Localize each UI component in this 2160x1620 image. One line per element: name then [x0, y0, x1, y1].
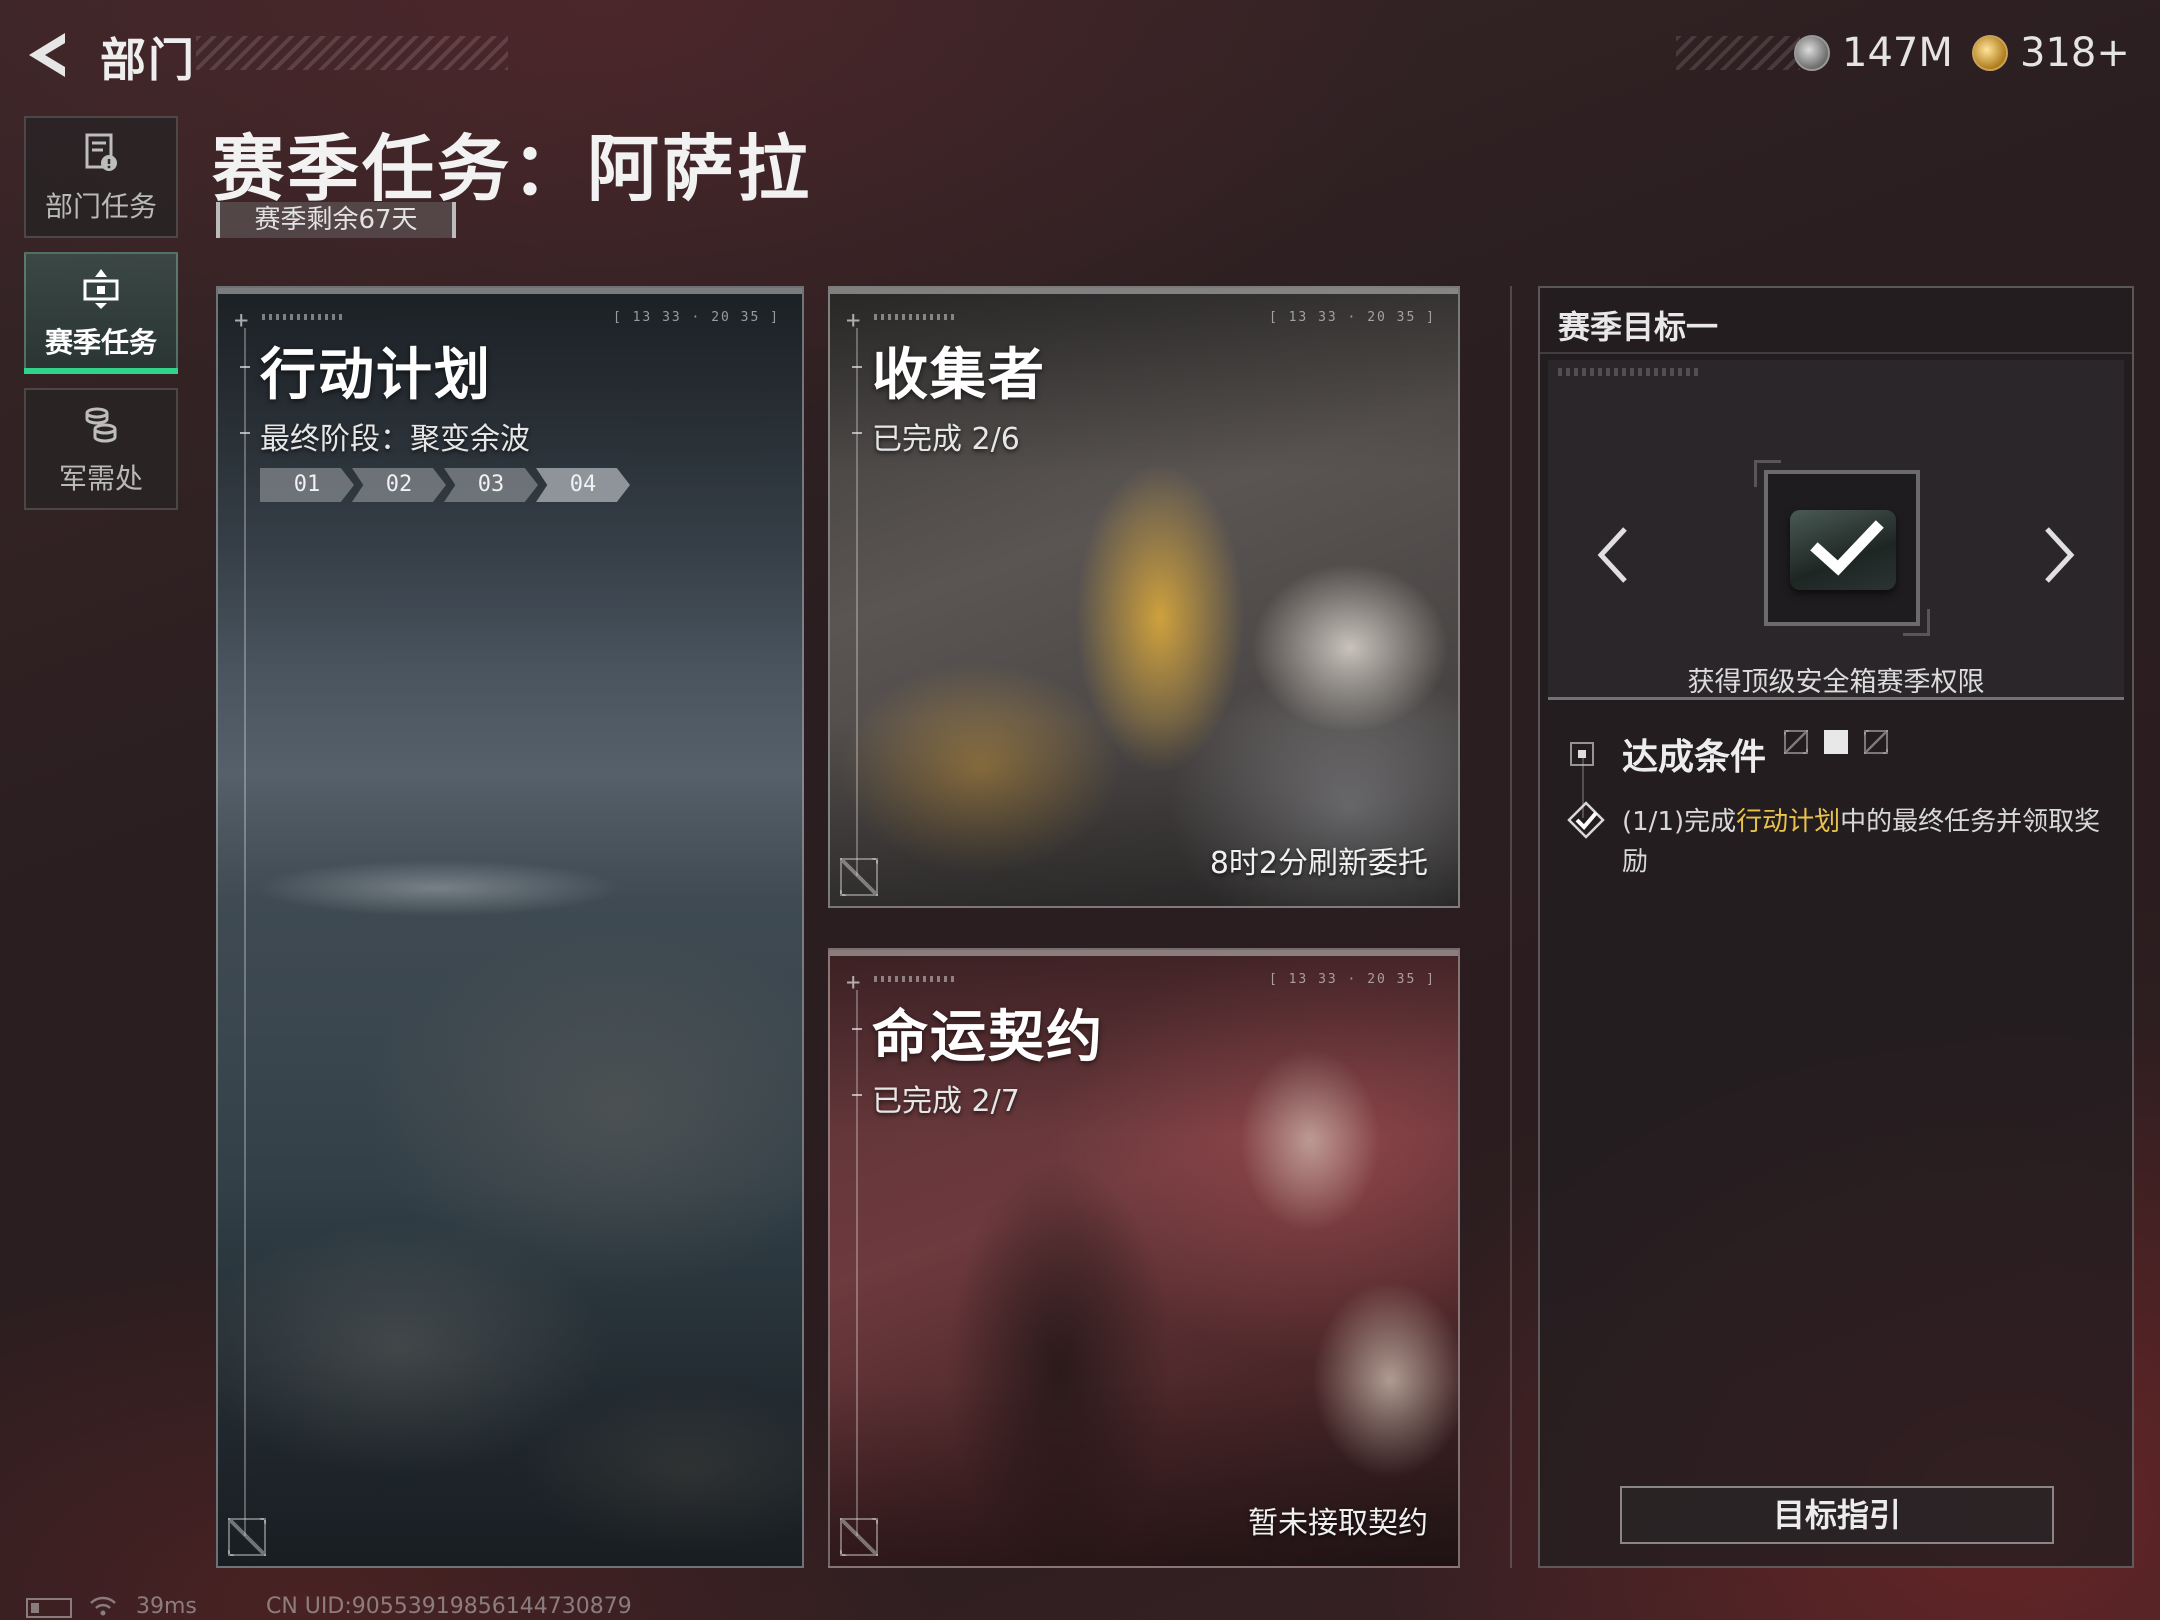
department-title: 部门	[100, 33, 196, 87]
panel-title: 赛季目标一	[1558, 308, 1719, 346]
back-arrow-icon	[29, 33, 65, 77]
card-guide-line	[856, 990, 858, 1536]
reward-name: 获得顶级安全箱赛季权限	[1687, 667, 1985, 698]
season-remaining-badge: 赛季剩余67天	[216, 202, 456, 238]
department-mission-icon	[85, 133, 117, 171]
card-title: 行动计划	[260, 343, 492, 408]
crosshair-icon: +	[846, 306, 861, 334]
season-mission-icon	[83, 269, 119, 309]
tick-decoration	[1558, 368, 1698, 376]
stage-01: 01	[260, 468, 354, 502]
corner-icon	[840, 1518, 878, 1556]
header-hatch-decoration	[196, 36, 508, 70]
subtitle-tick	[852, 432, 862, 434]
chevron-right-icon	[2045, 527, 2075, 583]
card-content: + [ 13 33 · 20 35 ] 行动计划 最终阶段：聚变余波 01 02…	[218, 288, 802, 1566]
condition-text: (1/1)完成行动计划中的最终任务并领取奖励	[1622, 802, 2122, 882]
card-subtitle: 最终阶段：聚变余波	[260, 422, 530, 457]
stage-04: 04	[536, 468, 630, 502]
stage-03: 03	[444, 468, 538, 502]
currency-hatch-decoration	[1676, 36, 1800, 70]
battery-icon	[26, 1598, 72, 1618]
title-tick	[852, 1028, 862, 1030]
goal-guide-button[interactable]: 目标指引	[1620, 1486, 2054, 1544]
sidebar-item-label: 部门任务	[44, 190, 157, 223]
refresh-timer: 8时2分刷新委托	[1209, 846, 1428, 881]
coord-decoration: [ 13 33 · 20 35 ]	[612, 310, 780, 325]
crosshair-icon: +	[846, 968, 861, 996]
silver-coin-icon	[1794, 35, 1830, 71]
quartermaster-icon	[85, 407, 117, 443]
card-progress: 已完成 2/7	[872, 1084, 1020, 1119]
back-button[interactable]	[24, 28, 74, 82]
tick-decoration	[874, 976, 954, 982]
pager-dot[interactable]	[1864, 730, 1888, 754]
sidebar-item-season-missions[interactable]: 赛季任务	[24, 252, 178, 374]
prev-goal-button[interactable]	[1588, 520, 1638, 590]
conditions-header: 达成条件	[1570, 728, 1766, 780]
currency-silver-value: 147M	[1842, 30, 1953, 76]
top-bar: 部门 147M 318+	[0, 0, 2160, 110]
gold-triangle-coin-icon	[1972, 35, 2008, 71]
corner-icon	[840, 858, 878, 896]
mission-card-collector[interactable]: + [ 13 33 · 20 35 ] 收集者 已完成 2/6 8时2分刷新委托	[828, 286, 1460, 908]
condition-prefix: (1/1)完成	[1622, 807, 1737, 837]
corner-icon	[228, 1518, 266, 1556]
coord-decoration: [ 13 33 · 20 35 ]	[1268, 972, 1436, 987]
card-progress: 已完成 2/6	[872, 422, 1020, 457]
sidebar-item-label: 军需处	[58, 462, 143, 495]
mission-card-fate-contract[interactable]: + [ 13 33 · 20 35 ] 命运契约 已完成 2/7 暂未接取契约	[828, 948, 1460, 1568]
currency-silver[interactable]: 147M	[1794, 30, 1953, 76]
title-tick	[852, 366, 862, 368]
panel-header: 赛季目标一	[1540, 288, 2132, 354]
page-title: 赛季任务：阿萨拉	[212, 127, 813, 211]
card-content: + [ 13 33 · 20 35 ] 命运契约 已完成 2/7 暂未接取契约	[830, 950, 1458, 1566]
reward-frame[interactable]	[1754, 460, 1930, 636]
tick-decoration	[874, 314, 954, 320]
tick-decoration	[262, 314, 342, 320]
title-tick	[240, 366, 250, 368]
mission-card-operations[interactable]: + [ 13 33 · 20 35 ] 行动计划 最终阶段：聚变余波 01 02…	[216, 286, 804, 1568]
stage-progress: 01 02 03 04	[260, 468, 630, 502]
ping-value: 39ms	[136, 1594, 197, 1619]
wifi-icon	[90, 1596, 116, 1616]
checkmark-icon	[1810, 520, 1884, 576]
contract-status: 暂未接取契约	[1248, 1506, 1428, 1541]
card-guide-line	[856, 328, 858, 876]
pager-dot-active[interactable]	[1824, 730, 1848, 754]
conditions-title: 达成条件	[1622, 737, 1767, 778]
pager-dot[interactable]	[1784, 730, 1808, 754]
stage-02: 02	[352, 468, 446, 502]
sidebar-item-quartermaster[interactable]: 军需处	[24, 388, 178, 510]
diamond-check-icon	[1567, 801, 1605, 839]
currency-gold[interactable]: 318+	[1972, 30, 2130, 76]
subtitle-tick	[852, 1094, 862, 1096]
card-guide-line	[244, 328, 246, 1536]
sidebar-item-department-missions[interactable]: 部门任务	[24, 116, 178, 238]
crosshair-icon: +	[234, 306, 249, 334]
coord-decoration: [ 13 33 · 20 35 ]	[1268, 310, 1436, 325]
card-title: 命运契约	[872, 1005, 1104, 1070]
season-goal-panel: 赛季目标一 获得顶级安全箱赛季权限 达成条件 (1/1)完成行动计划中的最终任务…	[1538, 286, 2134, 1568]
user-uid: CN UID:9055391985614473087​9	[266, 1594, 632, 1619]
section-divider	[1510, 286, 1512, 1568]
subtitle-tick	[240, 432, 250, 434]
status-bar: 39ms CN UID:9055391985614473087​9	[0, 1592, 2160, 1620]
card-title: 收集者	[872, 343, 1046, 408]
card-content: + [ 13 33 · 20 35 ] 收集者 已完成 2/6 8时2分刷新委托	[830, 288, 1458, 906]
currency-gold-value: 318+	[2020, 30, 2130, 76]
goal-reward-area: 获得顶级安全箱赛季权限	[1548, 360, 2124, 754]
condition-highlight-link[interactable]: 行动计划	[1736, 807, 1840, 837]
chevron-left-icon	[1597, 527, 1627, 583]
sidebar-item-label: 赛季任务	[44, 326, 157, 359]
next-goal-button[interactable]	[2034, 520, 2084, 590]
